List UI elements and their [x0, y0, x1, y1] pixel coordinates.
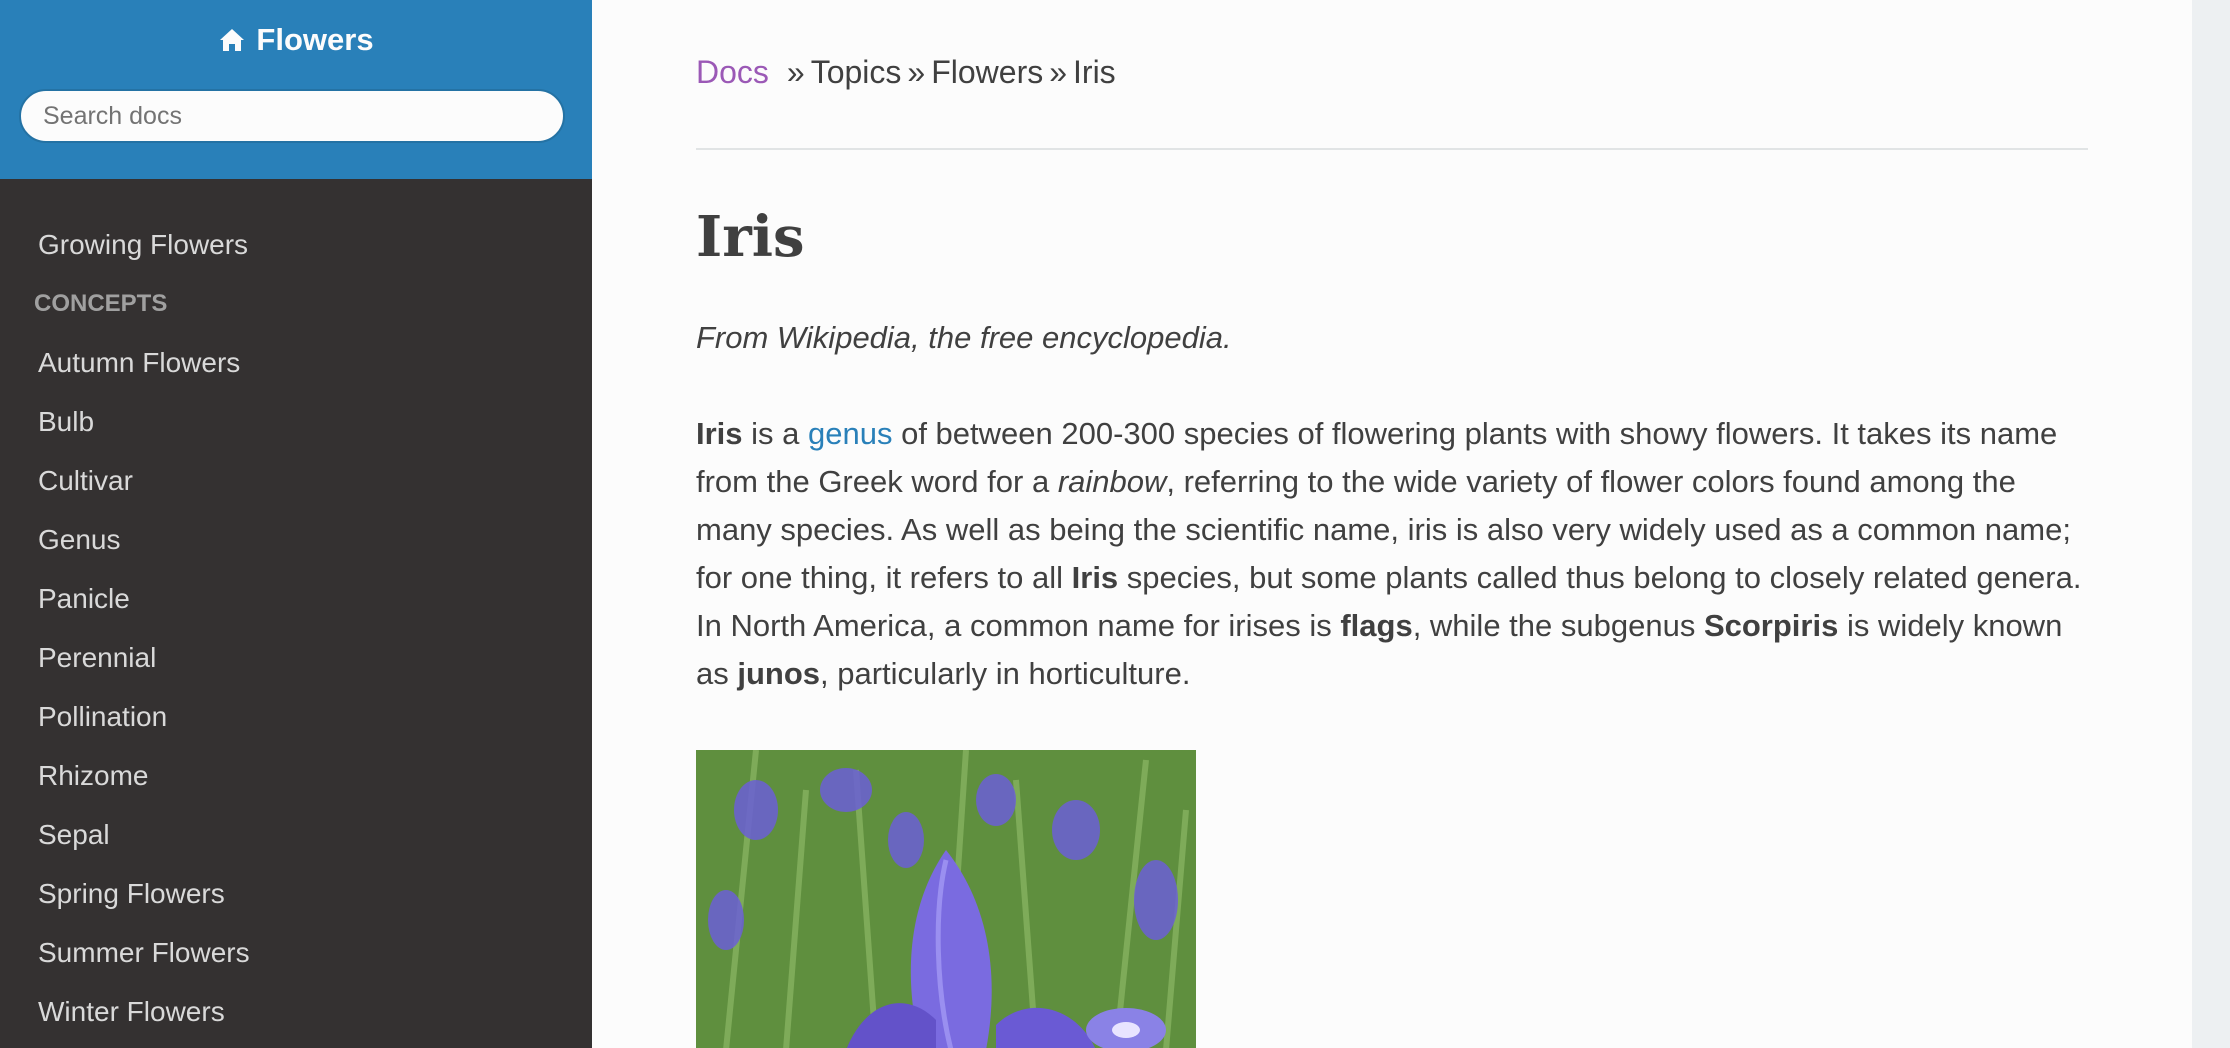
iris-photo [696, 750, 1196, 1048]
document: Docs » Topics » Flowers » Iris Iris From… [696, 0, 2088, 1048]
breadcrumb-separator: » [907, 53, 926, 90]
search-input[interactable] [19, 89, 565, 143]
project-name: Flowers [256, 22, 374, 57]
breadcrumb-topics[interactable]: Topics [811, 54, 902, 91]
sidebar-item-rhizome[interactable]: Rhizome [0, 746, 592, 805]
sidebar-item-autumn-flowers[interactable]: Autumn Flowers [0, 333, 592, 392]
bold-term: Iris [1071, 560, 1119, 595]
search-form [0, 89, 592, 143]
breadcrumb-current: Iris [1073, 53, 1116, 90]
bold-term: junos [737, 656, 821, 691]
main-content: Docs » Topics » Flowers » Iris Iris From… [592, 0, 2192, 1048]
sidebar-item-panicle[interactable]: Panicle [0, 569, 592, 628]
page-subtitle: From Wikipedia, the free encyclopedia. [696, 320, 1232, 355]
paragraph-text: , particularly in horticulture. [820, 656, 1191, 691]
page-title: Iris [696, 204, 805, 270]
sidebar-nav: Growing Flowers Concepts Autumn Flowers … [0, 179, 592, 1041]
sidebar-header: Flowers [0, 0, 592, 179]
breadcrumb: Docs » Topics » Flowers » Iris [696, 50, 2088, 94]
breadcrumb-flowers[interactable]: Flowers [931, 54, 1043, 91]
sidebar-item-spring-flowers[interactable]: Spring Flowers [0, 864, 592, 923]
italic-term: rainbow [1057, 464, 1167, 499]
bold-term: flags [1340, 608, 1413, 643]
home-icon [218, 26, 246, 54]
sidebar-item-sepal[interactable]: Sepal [0, 805, 592, 864]
sidebar-item-growing-flowers[interactable]: Growing Flowers [0, 215, 592, 274]
sidebar-item-genus[interactable]: Genus [0, 510, 592, 569]
scrollbar-track[interactable] [2192, 0, 2230, 1048]
project-home-link[interactable]: Flowers [218, 22, 374, 58]
paragraph-text: is a [742, 416, 808, 451]
sidebar-item-pollination[interactable]: Pollination [0, 687, 592, 746]
breadcrumb-separator: » [1049, 53, 1068, 90]
sidebar: Flowers Growing Flowers Concepts Autumn … [0, 0, 592, 1048]
breadcrumb-docs-link[interactable]: Docs [696, 54, 769, 91]
sidebar-item-bulb[interactable]: Bulb [0, 392, 592, 451]
bold-term: Scorpiris [1703, 608, 1839, 643]
sidebar-item-winter-flowers[interactable]: Winter Flowers [0, 982, 592, 1041]
sidebar-caption: Concepts [34, 290, 168, 317]
genus-link[interactable]: genus [808, 416, 892, 451]
sidebar-item-summer-flowers[interactable]: Summer Flowers [0, 923, 592, 982]
bold-term: Iris [696, 416, 743, 451]
divider [696, 148, 2088, 150]
sidebar-item-perennial[interactable]: Perennial [0, 628, 592, 687]
breadcrumb-separator: » [786, 53, 805, 90]
intro-paragraph: Iris is a genus of between 200-300 speci… [696, 410, 2088, 698]
paragraph-text: , while the subgenus [1412, 608, 1704, 643]
sidebar-item-cultivar[interactable]: Cultivar [0, 451, 592, 510]
